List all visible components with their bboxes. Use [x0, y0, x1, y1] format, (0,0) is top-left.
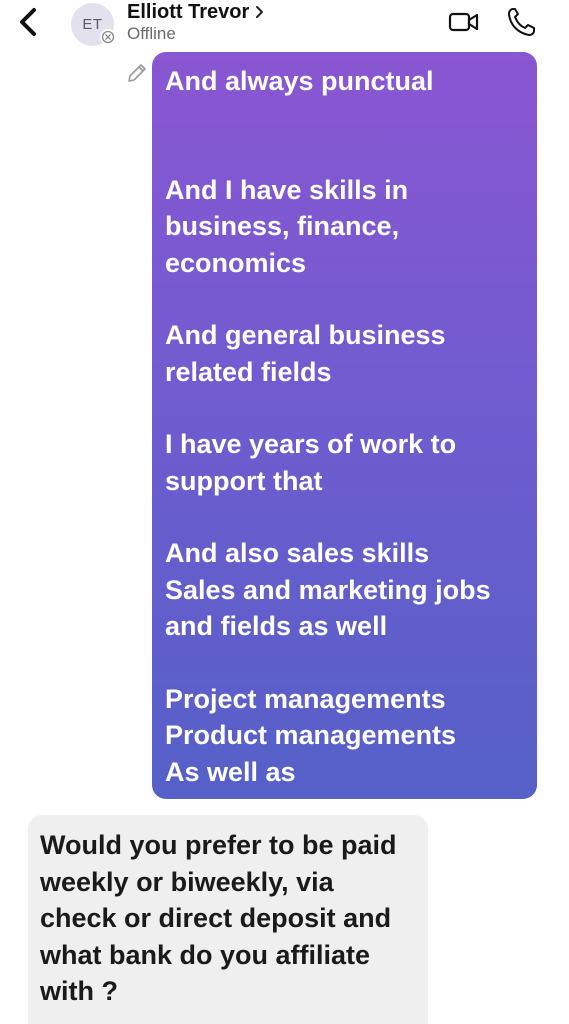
phone-icon	[508, 8, 535, 36]
message-text: Would you prefer to be paid weekly or bi…	[40, 830, 397, 1006]
video-call-button[interactable]	[448, 8, 480, 36]
message-text: Product managements	[165, 720, 457, 750]
message-text: I have years of work to support that	[165, 429, 457, 496]
chevron-left-icon	[20, 8, 36, 36]
message-text: And also sales skills	[165, 538, 430, 568]
contact-info[interactable]: Elliott Trevor Offline	[127, 0, 264, 44]
chevron-right-icon	[256, 6, 264, 18]
offline-x-icon	[100, 29, 116, 45]
pencil-icon	[126, 62, 148, 84]
incoming-message-bubble[interactable]: Would you prefer to be paid weekly or bi…	[28, 815, 428, 1024]
message-text: Project managements	[165, 683, 446, 714]
message-text: Sales and marketing jobs and fields as w…	[165, 574, 491, 642]
chat-header: ET Elliott Trevor Offline	[0, 0, 569, 52]
contact-name: Elliott Trevor	[127, 0, 250, 23]
avatar-initials: ET	[82, 16, 103, 33]
message-text: And general business related fields	[165, 320, 446, 387]
message-text: And always punctual	[165, 66, 434, 96]
contact-status: Offline	[127, 24, 176, 43]
back-button[interactable]	[10, 4, 46, 40]
message-text: And I have skills in business, finance, …	[165, 174, 409, 278]
outgoing-message-bubble[interactable]: And always punctual And I have skills in…	[152, 52, 537, 799]
voice-call-button[interactable]	[506, 6, 536, 38]
video-camera-icon	[448, 12, 479, 32]
message-text: As well as	[165, 756, 296, 787]
